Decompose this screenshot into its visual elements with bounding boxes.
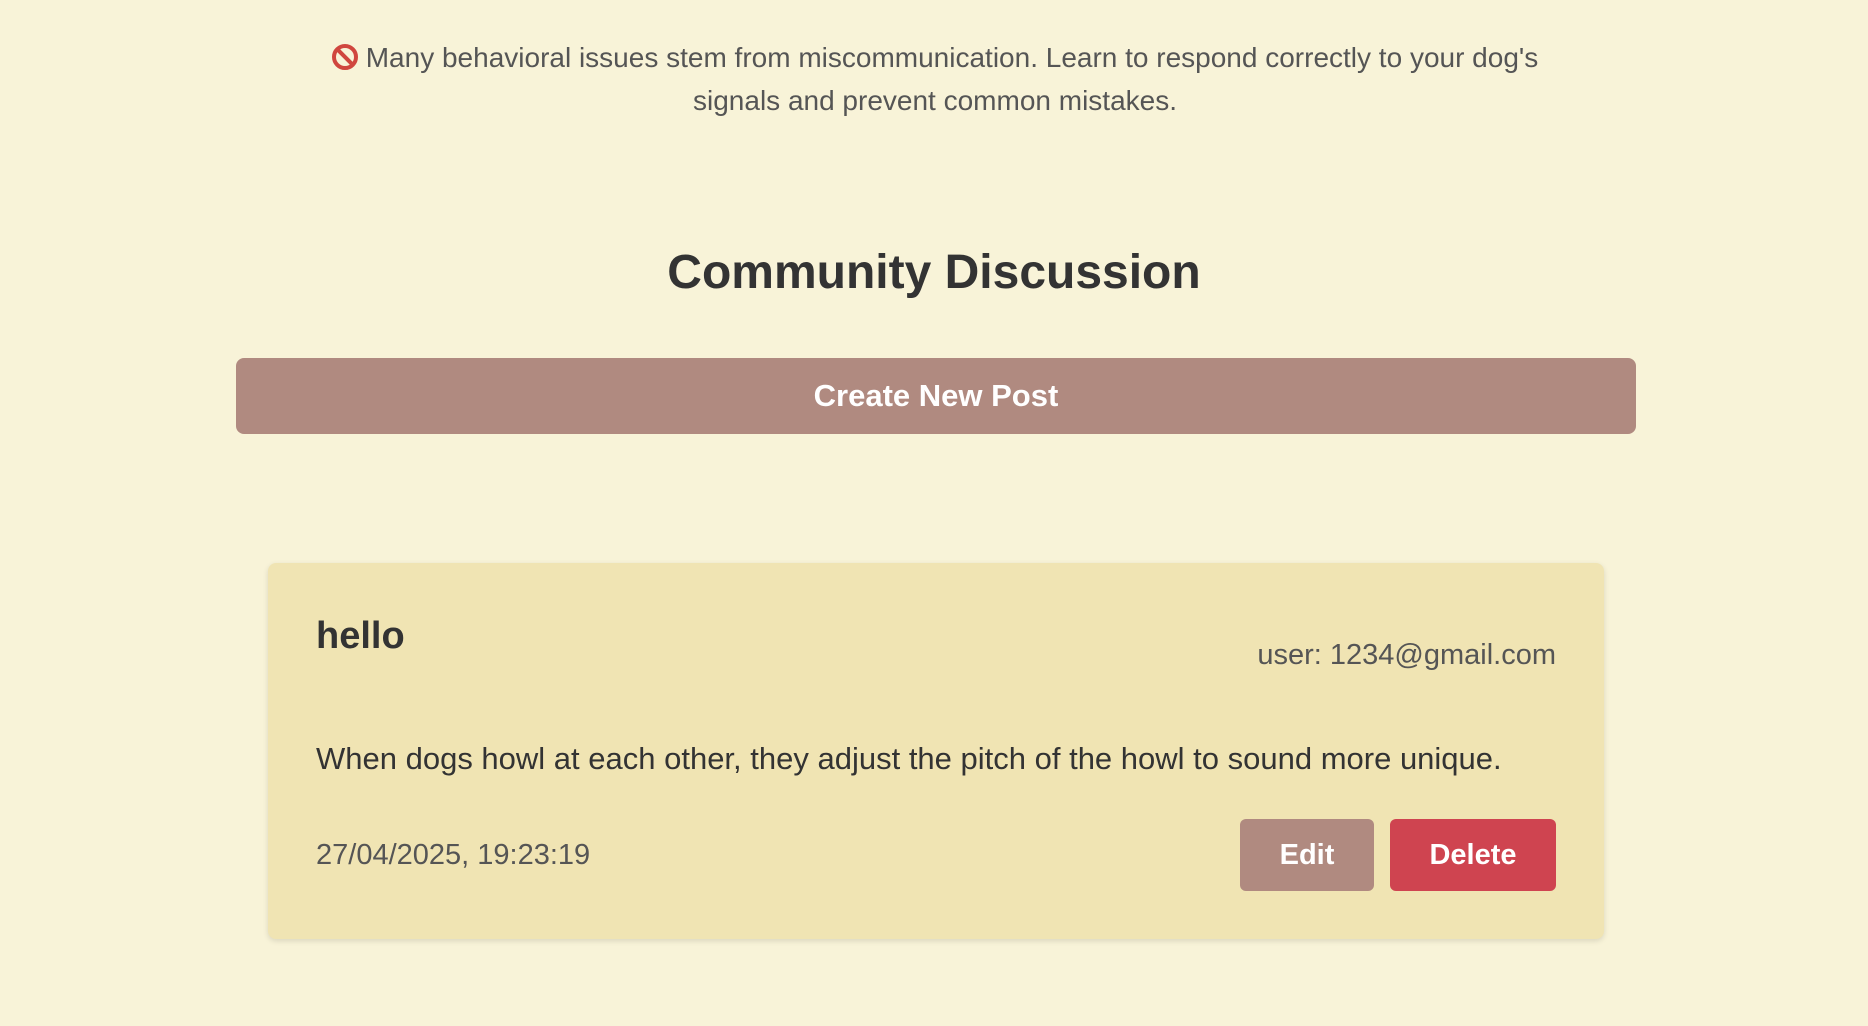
delete-post-button[interactable]: Delete — [1390, 819, 1556, 891]
post-actions: Edit Delete — [1240, 819, 1556, 891]
page: Many behavioral issues stem from miscomm… — [0, 0, 1868, 1026]
no-entry-icon — [331, 44, 358, 70]
intro-text: Many behavioral issues stem from miscomm… — [365, 42, 1539, 116]
edit-post-button[interactable]: Edit — [1240, 819, 1374, 891]
post-timestamp: 27/04/2025, 19:23:19 — [316, 839, 591, 871]
post-title: hello — [316, 615, 405, 657]
post-author: user: 1234@gmail.com — [1257, 639, 1556, 671]
page-title: Community Discussion — [667, 246, 1201, 299]
post-card: hello user: 1234@gmail.com When dogs how… — [268, 563, 1604, 939]
create-new-post-button[interactable]: Create New Post — [236, 358, 1636, 434]
intro-paragraph: Many behavioral issues stem from miscomm… — [330, 36, 1540, 122]
post-body: When dogs howl at each other, they adjus… — [316, 741, 1502, 776]
